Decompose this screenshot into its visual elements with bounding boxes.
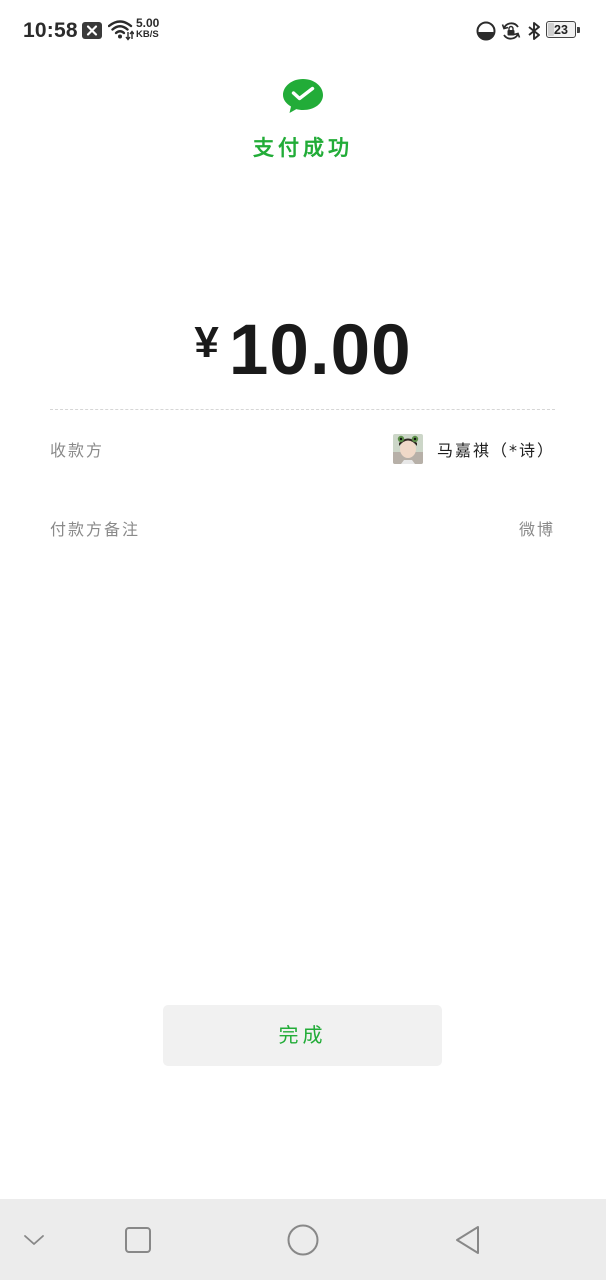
hide-nav-button[interactable] [14, 1199, 54, 1280]
remark-value: 微博 [518, 520, 555, 539]
done-button[interactable]: 完成 [163, 1005, 442, 1066]
bluetooth-icon [528, 22, 540, 40]
payee-label: 收款方 [50, 441, 105, 460]
payee-name: 马嘉祺（*诗） [436, 441, 555, 460]
remark-row: 付款方备注 微博 [50, 510, 555, 546]
wifi-icon [108, 20, 134, 41]
circle-icon [287, 1224, 319, 1255]
network-speed-unit: KB/S [136, 29, 159, 40]
battery-level: 23 [554, 23, 568, 37]
dashed-divider [50, 409, 555, 410]
recent-apps-button[interactable] [110, 1199, 166, 1280]
network-speed-value: 5.00 [136, 16, 160, 30]
close-box-icon [82, 22, 102, 39]
status-bar: 10:58 5.00 KB/S 23 [0, 0, 606, 62]
square-icon [125, 1226, 151, 1253]
payment-amount: ¥10.00 [0, 312, 606, 392]
remark-label: 付款方备注 [50, 520, 141, 539]
battery-icon: 23 [546, 20, 582, 40]
do-not-disturb-icon [476, 21, 496, 41]
network-speed: 5.00 KB/S [136, 16, 166, 40]
status-time: 10:58 [23, 19, 78, 42]
navigation-bar [0, 1199, 606, 1280]
avatar [392, 434, 423, 464]
chevron-down-icon [24, 1234, 44, 1245]
back-button[interactable] [440, 1199, 496, 1280]
wechat-pay-icon [283, 79, 323, 113]
home-button[interactable] [274, 1199, 332, 1280]
rotation-lock-icon [501, 22, 521, 40]
currency-symbol: ¥ [194, 318, 219, 367]
back-triangle-icon [456, 1225, 479, 1254]
payee-info: 马嘉祺（*诗） [392, 434, 555, 464]
amount-value: 10.00 [228, 311, 412, 390]
payment-success-title: 支付成功 [253, 136, 353, 160]
payee-row: 收款方 马嘉祺（*诗） [50, 431, 555, 467]
